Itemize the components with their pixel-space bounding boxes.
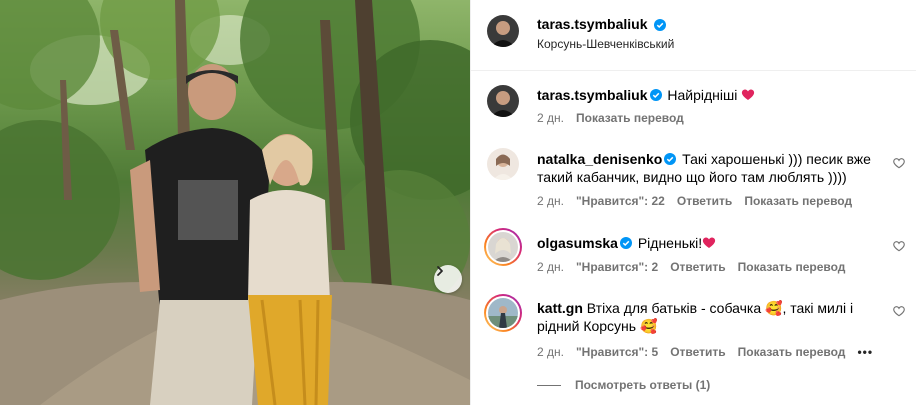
commenter-avatar-story-ring[interactable] — [484, 228, 522, 266]
comment-meta: 2 дн. Показать перевод — [537, 111, 684, 125]
post-header: taras.tsymbaliuk Корсунь-Шевченківський — [471, 0, 916, 71]
reply-button[interactable]: Ответить — [670, 260, 725, 274]
like-count[interactable]: "Нравится": 5 — [576, 345, 658, 359]
comment-time[interactable]: 2 дн. — [537, 111, 564, 125]
reply-button[interactable]: Ответить — [677, 194, 732, 208]
comment-meta: 2 дн. "Нравится": 2 Ответить Показать пе… — [537, 260, 845, 274]
heart-emoji-icon — [702, 235, 716, 251]
more-horizontal-icon[interactable]: ••• — [857, 345, 873, 359]
comment-text: Найрідніші — [667, 87, 738, 103]
translate-button[interactable]: Показать перевод — [738, 260, 846, 274]
comment-username[interactable]: taras.tsymbaliuk — [537, 87, 648, 103]
comment-meta: 2 дн. "Нравится": 5 Ответить Показать пе… — [537, 345, 873, 359]
heart-outline-icon[interactable] — [893, 304, 905, 322]
comment-username[interactable]: natalka_denisenko — [537, 151, 662, 167]
verified-badge-icon — [649, 87, 662, 101]
post-photo — [0, 0, 470, 405]
carousel-next-button[interactable] — [434, 265, 462, 293]
replies-divider-line — [537, 384, 561, 386]
comment-time[interactable]: 2 дн. — [537, 194, 564, 208]
verified-badge-icon — [619, 235, 632, 249]
commenter-avatar[interactable] — [487, 148, 519, 180]
heart-emoji-icon — [741, 87, 755, 103]
smiling-face-hearts-emoji-icon: 🥰 — [639, 318, 658, 334]
view-replies-button[interactable]: Посмотреть ответы (1) — [537, 378, 710, 392]
post-location[interactable]: Корсунь-Шевченківський — [537, 37, 674, 51]
translate-button[interactable]: Показать перевод — [744, 194, 852, 208]
translate-button[interactable]: Показать перевод — [576, 111, 684, 125]
author-username[interactable]: taras.tsymbaliuk — [537, 16, 648, 32]
heart-outline-icon[interactable] — [893, 239, 905, 257]
comment-text: Рідненькі! — [637, 235, 703, 251]
verified-badge-icon — [653, 18, 666, 31]
translate-button[interactable]: Показать перевод — [738, 345, 846, 359]
verified-badge-icon — [664, 151, 677, 165]
comment-username[interactable]: olgasumska — [537, 235, 618, 251]
heart-outline-icon[interactable] — [893, 156, 905, 174]
smiling-face-hearts-emoji-icon: 🥰 — [765, 300, 783, 316]
author-avatar[interactable] — [487, 15, 519, 47]
comment-username[interactable]: katt.gn — [537, 300, 583, 316]
commenter-avatar[interactable] — [487, 85, 519, 117]
reply-button[interactable]: Ответить — [670, 345, 725, 359]
comment-meta: 2 дн. "Нравится": 22 Ответить Показать п… — [537, 194, 852, 208]
comment-time[interactable]: 2 дн. — [537, 345, 564, 359]
post-side-panel: taras.tsymbaliuk Корсунь-Шевченківський … — [470, 0, 916, 405]
view-replies-label[interactable]: Посмотреть ответы (1) — [575, 378, 710, 392]
photo-scene — [0, 0, 470, 405]
like-count[interactable]: "Нравится": 2 — [576, 260, 658, 274]
commenter-avatar-story-ring[interactable] — [484, 294, 522, 332]
comment-time[interactable]: 2 дн. — [537, 260, 564, 274]
like-count[interactable]: "Нравится": 22 — [576, 194, 665, 208]
comment-text: Втіха для батьків - собачка — [586, 300, 762, 316]
